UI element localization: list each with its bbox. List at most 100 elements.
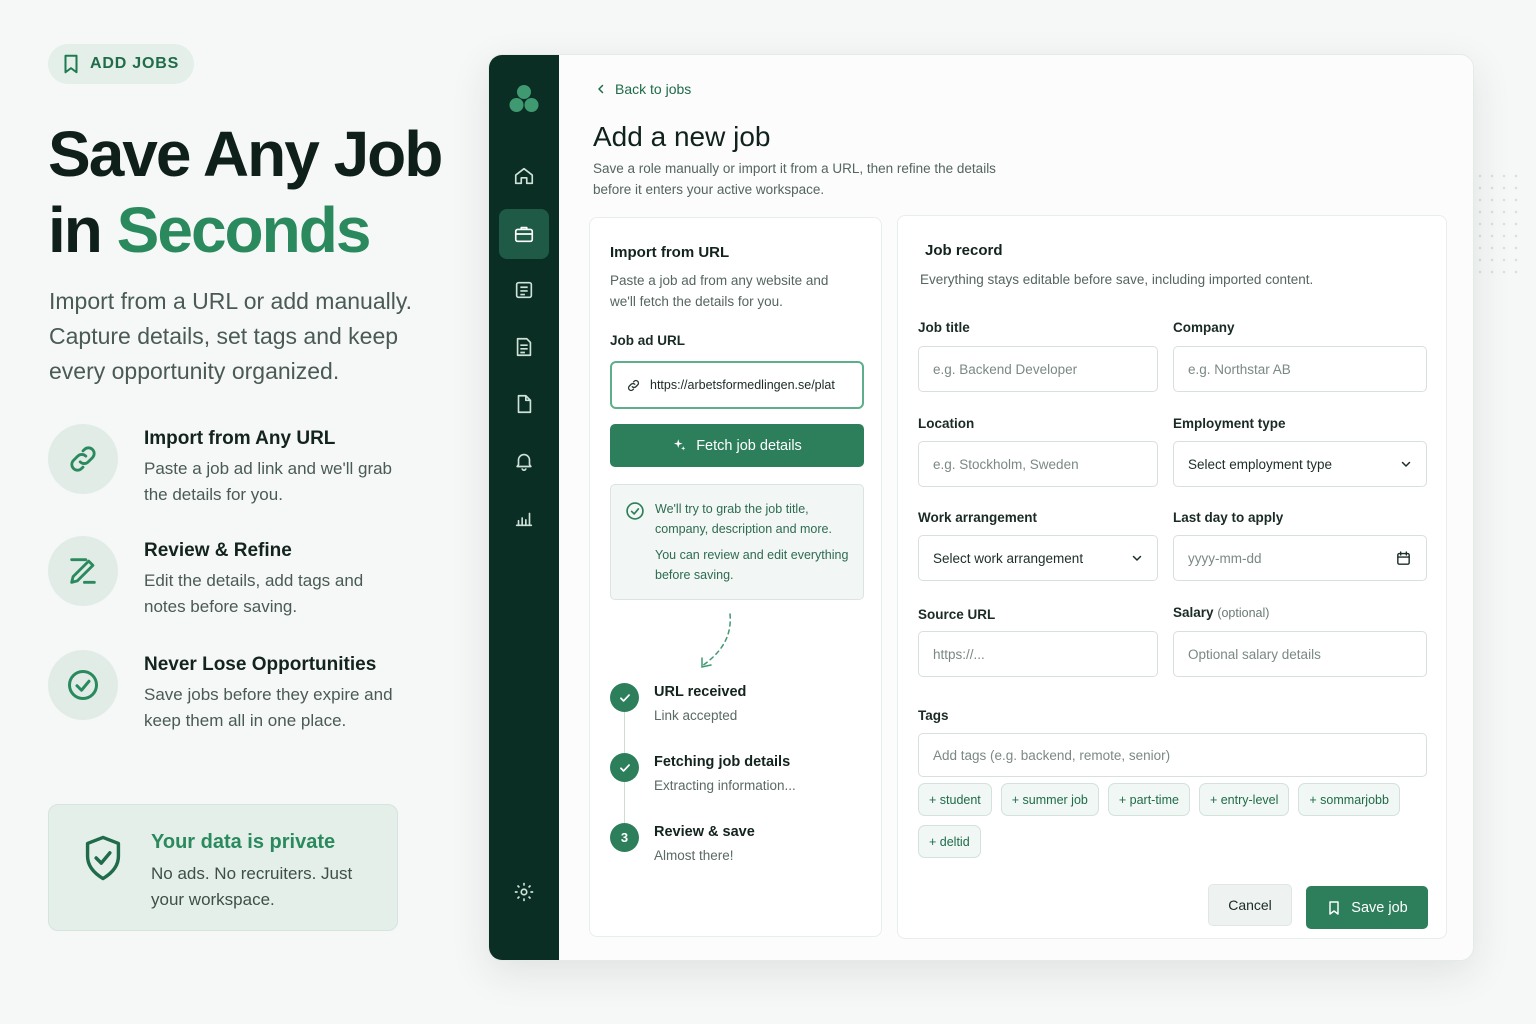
briefcase-icon [513,223,535,245]
salary-optional-text: (optional) [1217,606,1270,620]
tag-suggestion[interactable]: + sommarjobb [1298,783,1400,816]
sparkle-icon [672,438,687,453]
chevron-left-icon [595,83,607,95]
step-number: 3 [610,823,639,852]
sidebar-item-list[interactable] [499,265,549,315]
tag-suggestion[interactable]: + deltid [918,825,981,858]
sidebar-item-notifications[interactable] [499,436,549,486]
sidebar-item-notes[interactable] [499,322,549,372]
hero-subtitle: Import from a URL or add manually. Captu… [49,288,413,384]
salary-input[interactable]: Optional salary details [1173,631,1427,677]
hero-title: Save Any Job in Seconds [48,116,468,268]
sidebar-item-settings[interactable] [499,867,549,917]
tags-input[interactable]: Add tags (e.g. backend, remote, senior) [918,733,1427,777]
home-icon [513,165,535,187]
bookmark-icon [60,53,82,75]
feature-desc: Paste a job ad link and we'll grab the d… [144,459,393,504]
back-to-jobs-link[interactable]: Back to jobs [595,81,691,97]
sidebar-item-home[interactable] [499,151,549,201]
last-day-placeholder: yyyy-mm-dd [1188,550,1262,566]
job-title-placeholder: e.g. Backend Developer [933,361,1078,377]
link-icon [48,424,118,494]
save-job-button[interactable]: Save job [1306,886,1428,929]
bell-icon [513,450,535,472]
tags-placeholder: Add tags (e.g. backend, remote, senior) [933,747,1171,763]
feature-title: Review & Refine [144,540,292,561]
feature-import-url: Import from Any URL Paste a job ad link … [48,424,448,524]
back-label: Back to jobs [615,81,692,97]
step-check-icon [610,683,639,712]
tag-suggestion[interactable]: + student [918,783,992,816]
location-input[interactable]: e.g. Stockholm, Sweden [918,441,1158,487]
salary-label-text: Salary [1173,605,1214,620]
check-circle-icon [48,650,118,720]
feature-review-refine: Review & Refine Edit the details, add ta… [48,536,448,636]
privacy-card: Your data is private No ads. No recruite… [48,804,398,931]
last-day-label: Last day to apply [1173,510,1284,525]
job-record-card: Job record Everything stays editable bef… [897,215,1447,939]
employment-type-select[interactable]: Select employment type [1173,441,1427,487]
import-title: Import from URL [610,244,730,261]
step-desc: Almost there! [654,848,734,863]
import-desc: Paste a job ad from any website and we'l… [610,273,829,309]
sidebar-item-analytics[interactable] [499,493,549,543]
calendar-icon[interactable] [1395,550,1412,567]
main-content: Back to jobs Add a new job Save a role m… [559,55,1473,960]
location-label: Location [918,416,975,431]
dashed-arrow-icon [694,612,734,677]
step-title: Review & save [654,824,755,840]
work-arrangement-select[interactable]: Select work arrangement [918,535,1158,581]
edit-icon [48,536,118,606]
tag-suggestion[interactable]: + summer job [1000,783,1099,816]
shield-check-icon [82,834,124,887]
work-arrangement-value: Select work arrangement [933,550,1084,566]
document-icon [513,336,535,358]
source-url-input[interactable]: https://... [918,631,1158,677]
feature-never-lose: Never Lose Opportunities Save jobs befor… [48,650,448,750]
link-icon [626,378,641,393]
import-info-note: We'll try to grab the job title, company… [610,484,864,600]
privacy-desc: No ads. No recruiters. Just your workspa… [151,864,353,909]
step-connector [624,782,625,826]
app-window: Back to jobs Add a new job Save a role m… [488,54,1474,961]
import-card: Import from URL Paste a job ad from any … [589,217,882,937]
file-icon [513,393,535,415]
sidebar-item-jobs[interactable] [499,209,549,259]
employment-type-value: Select employment type [1188,456,1333,472]
sidebar-item-files[interactable] [499,379,549,429]
tag-suggestion[interactable]: + part-time [1107,783,1190,816]
badge-label: ADD JOBS [90,55,180,72]
tag-suggestion[interactable]: + entry-level [1198,783,1290,816]
step-title: Fetching job details [654,754,791,770]
employment-type-label: Employment type [1173,416,1286,431]
feature-title: Never Lose Opportunities [144,654,377,675]
suggested-tags: + student + summer job + part-time + ent… [918,783,1428,858]
work-arrangement-label: Work arrangement [918,510,1038,525]
page-subtitle: Save a role manually or import it from a… [593,161,996,197]
hero-title-prefix: in [48,194,103,266]
feature-desc: Edit the details, add tags and notes bef… [144,571,364,616]
salary-placeholder: Optional salary details [1188,646,1321,662]
note-line1: We'll try to grab the job title, company… [655,502,832,536]
fetch-job-details-button[interactable]: Fetch job details [610,424,864,467]
step-desc: Extracting information... [654,778,796,793]
bookmark-icon [1326,900,1342,916]
last-day-date-input[interactable]: yyyy-mm-dd [1173,535,1427,581]
app-logo [508,83,540,120]
company-placeholder: e.g. Northstar AB [1188,361,1291,377]
hero-title-accent: Seconds [116,194,372,266]
source-url-label: Source URL [918,607,996,622]
location-placeholder: e.g. Stockholm, Sweden [933,456,1079,472]
cancel-button[interactable]: Cancel [1208,884,1292,926]
salary-label: Salary (optional) [1173,605,1269,620]
job-title-label: Job title [918,320,970,335]
company-input[interactable]: e.g. Northstar AB [1173,346,1427,392]
job-ad-url-input[interactable]: https://arbetsformedlingen.se/plat [610,361,864,409]
job-title-input[interactable]: e.g. Backend Developer [918,346,1158,392]
company-label: Company [1173,320,1235,335]
decorative-dot-grid [1474,170,1524,280]
feature-title: Import from Any URL [144,428,336,449]
step-check-icon [610,753,639,782]
save-label: Save job [1351,899,1408,916]
record-title: Job record [925,242,1003,259]
